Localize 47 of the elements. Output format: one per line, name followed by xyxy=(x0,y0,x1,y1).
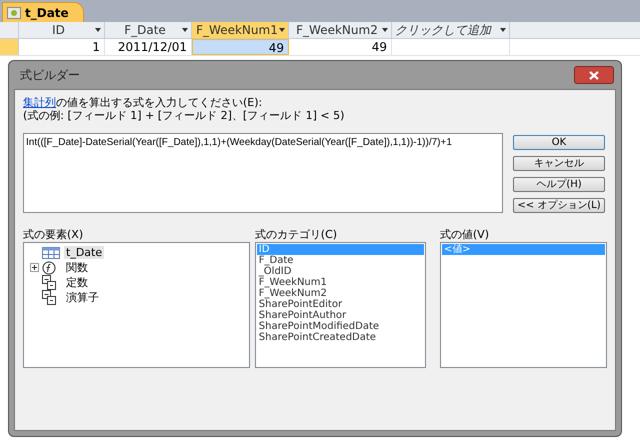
list-item[interactable]: F_WeekNum1 xyxy=(256,277,424,288)
table-cell: 49 xyxy=(192,39,289,55)
tree-item[interactable]: 演算子 xyxy=(64,291,101,304)
list-item[interactable]: SharePointEditor xyxy=(256,299,424,310)
expression-field[interactable]: Int(([F_Date]-DateSerial(Year([F_Date]),1,1)+(Weekday(DateSerial(Year([F_Date]),1,1))-1))/7)+1 xyxy=(23,133,503,213)
table-cell: 1 xyxy=(19,39,105,55)
tree-item[interactable]: t_Date xyxy=(64,246,104,259)
dropdown-arrow-icon[interactable] xyxy=(500,28,506,32)
tab-title: t_Date xyxy=(25,4,69,22)
dialog-button[interactable]: OK xyxy=(513,135,605,150)
column-header[interactable]: クリックして追加 xyxy=(392,22,510,38)
list-item[interactable]: _OldID xyxy=(256,266,424,277)
folder-items-icon xyxy=(42,275,56,290)
expand-icon[interactable] xyxy=(30,263,39,272)
table-icon xyxy=(7,6,21,18)
list-item[interactable]: SharePointCreatedDate xyxy=(256,332,424,343)
dropdown-arrow-icon[interactable] xyxy=(382,28,388,32)
elements-label: 式の要素(X) xyxy=(23,227,84,242)
document-tab[interactable]: t_Date xyxy=(2,2,84,22)
folder-items-icon xyxy=(42,290,56,305)
table-cell: 49 xyxy=(289,39,392,55)
column-header[interactable]: F_WeekNum1 xyxy=(192,22,289,38)
column-header[interactable]: ID xyxy=(19,22,105,38)
prompt-text: の値を算出する式を入力してください(E): xyxy=(56,96,262,109)
expression-text: Int(([F_Date]-DateSerial(Year([F_Date]),1,1)+(Weekday(DateSerial(Year([F_Date]),1,1))-1))/7)+1 xyxy=(26,137,452,148)
table-icon xyxy=(42,246,60,258)
column-header[interactable]: F_WeekNum2 xyxy=(289,22,392,38)
example-text: (式の例: [フィールド 1] + [フィールド 2]、[フィールド 1] < 5) xyxy=(23,109,346,122)
list-item[interactable]: F_WeekNum2 xyxy=(256,288,424,299)
close-button[interactable] xyxy=(574,66,614,84)
dropdown-arrow-icon[interactable] xyxy=(279,28,285,32)
categories-label: 式のカテゴリ(C) xyxy=(254,227,338,242)
dropdown-arrow-icon[interactable] xyxy=(95,28,101,32)
values-label: 式の値(V) xyxy=(440,227,490,242)
tree-item[interactable]: 関数 xyxy=(64,261,90,274)
list-item[interactable]: F_Date xyxy=(256,255,424,266)
help-link[interactable]: 集計列 xyxy=(23,96,56,109)
dialog-button[interactable]: ヘルプ(H) xyxy=(513,177,605,192)
dropdown-arrow-icon[interactable] xyxy=(182,28,188,32)
dialog-button[interactable]: << オプション(L) xyxy=(513,198,605,213)
close-icon xyxy=(589,70,599,80)
tree-item[interactable]: 定数 xyxy=(64,276,90,289)
dialog-button[interactable]: キャンセル xyxy=(513,156,605,171)
dialog-title: 式ビルダー xyxy=(20,67,80,84)
list-item[interactable]: SharePointAuthor xyxy=(256,310,424,321)
function-icon xyxy=(42,260,56,274)
list-item[interactable]: SharePointModifiedDate xyxy=(256,321,424,332)
